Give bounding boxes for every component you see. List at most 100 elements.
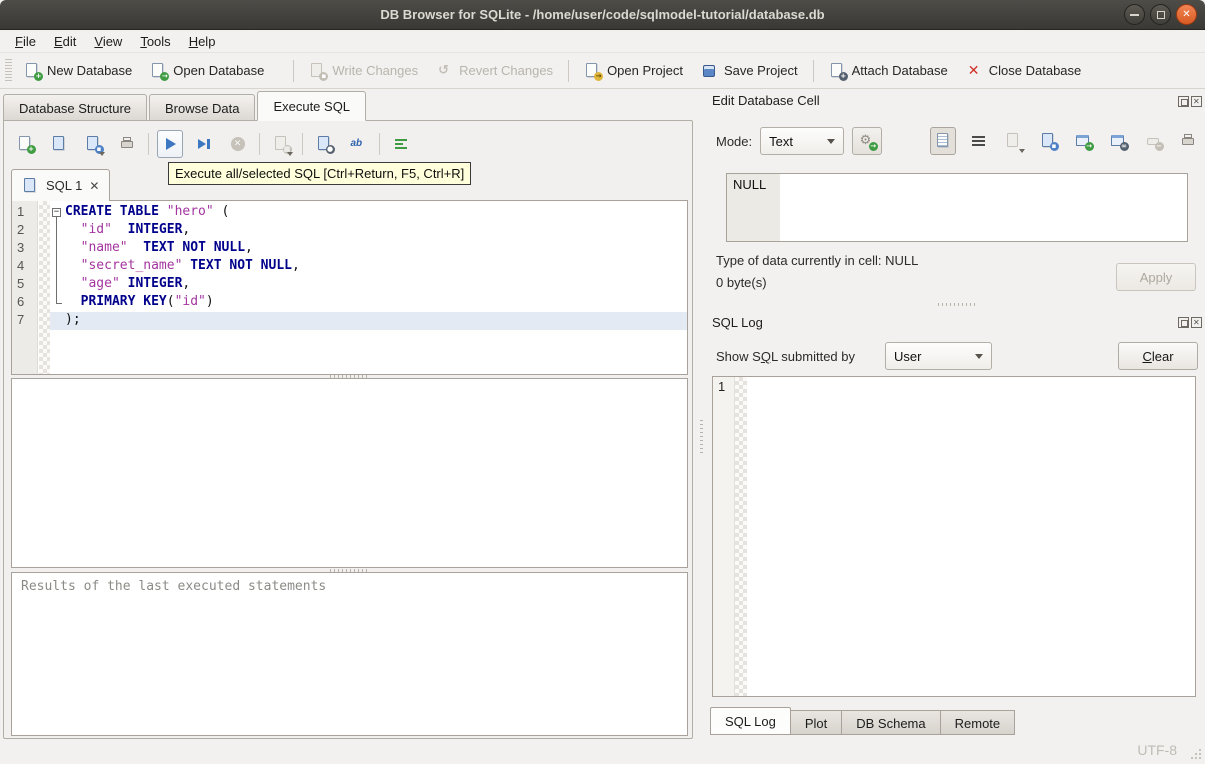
editor-line-5[interactable]: 5 "age" INTEGER, bbox=[12, 276, 687, 294]
find-replace-button[interactable]: ● bbox=[311, 130, 337, 158]
cell-editor[interactable]: NULL bbox=[726, 173, 1188, 242]
editor-line-3[interactable]: 3 "name" TEXT NOT NULL, bbox=[12, 240, 687, 258]
dock-tab-db-schema[interactable]: DB Schema bbox=[841, 710, 941, 735]
export-to-file-button[interactable]: ▪ bbox=[1035, 127, 1061, 155]
line-margin bbox=[38, 276, 50, 294]
float-dock-icon[interactable] bbox=[1178, 96, 1189, 107]
code-text: PRIMARY KEY("id") bbox=[80, 294, 214, 309]
open-database-button[interactable]: → Open Database bbox=[141, 59, 287, 83]
close-log-dock-icon[interactable] bbox=[1191, 317, 1202, 328]
toolbar-separator bbox=[568, 59, 570, 82]
cell-editor-area[interactable] bbox=[780, 174, 1187, 241]
save-sql-file-button[interactable]: ▪ bbox=[80, 130, 106, 158]
save-project-button[interactable]: Save Project bbox=[692, 59, 807, 83]
attach-database-button[interactable]: + Attach Database bbox=[820, 59, 957, 83]
query-results-grid[interactable] bbox=[11, 378, 688, 568]
panel-resize-grip[interactable] bbox=[700, 420, 703, 454]
code-text: CREATE TABLE "hero" ( bbox=[65, 204, 230, 219]
float-log-dock-icon[interactable] bbox=[1178, 317, 1189, 328]
menu-file[interactable]: File bbox=[6, 30, 45, 52]
open-project-button[interactable]: → Open Project bbox=[575, 59, 692, 83]
text-mode-button[interactable] bbox=[930, 127, 956, 155]
menu-help[interactable]: Help bbox=[180, 30, 225, 52]
sql-code-editor[interactable]: 1 − CREATE TABLE "hero" ( 2 "id" INTEGER, 3 … bbox=[11, 200, 688, 375]
maximize-button[interactable] bbox=[1150, 4, 1171, 25]
editor-line-4[interactable]: 4 "secret_name" TEXT NOT NULL, bbox=[12, 258, 687, 276]
cell-editor-gutter: NULL bbox=[727, 174, 780, 241]
print-cell-icon bbox=[1180, 133, 1197, 149]
clear-log-button[interactable]: Clear bbox=[1118, 342, 1198, 370]
menu-view[interactable]: View bbox=[85, 30, 131, 52]
toolbar-separator bbox=[293, 59, 295, 82]
mode-select[interactable]: Text bbox=[760, 127, 845, 155]
set-null-button: − bbox=[1140, 127, 1166, 155]
copy-cell-link-button[interactable]: ∞ bbox=[1105, 127, 1131, 155]
line-number: 1 bbox=[17, 204, 25, 219]
editor-line-2[interactable]: 2 "id" INTEGER, bbox=[12, 222, 687, 240]
code-text: "name" TEXT NOT NULL, bbox=[80, 240, 253, 255]
tab-browse-data[interactable]: Browse Data bbox=[149, 94, 256, 121]
fold-marker bbox=[50, 312, 63, 330]
close-tab-icon[interactable]: ✕ bbox=[89, 180, 99, 192]
titlebar[interactable]: DB Browser for SQLite - /home/user/code/… bbox=[0, 0, 1205, 30]
editor-line-7[interactable]: 7); bbox=[12, 312, 687, 330]
word-wrap-button[interactable] bbox=[388, 130, 414, 158]
db-attach-icon: + bbox=[829, 62, 848, 81]
fold-marker bbox=[50, 294, 63, 312]
toolbar-button-label: New Database bbox=[47, 63, 133, 78]
chevron-down-icon bbox=[975, 353, 983, 359]
window-title: DB Browser for SQLite - /home/user/code/… bbox=[380, 7, 825, 22]
fold-marker[interactable]: − bbox=[50, 204, 63, 222]
main-tab-bar: Database Structure Browse Data Execute SQL bbox=[3, 91, 368, 121]
export-to-file-icon: ▪ bbox=[1040, 133, 1059, 151]
log-filter-label: Show SQL submitted by bbox=[716, 349, 855, 364]
minimize-icon bbox=[1130, 13, 1139, 16]
close-button[interactable]: ✕ bbox=[1176, 4, 1197, 25]
dock-tab-remote[interactable]: Remote bbox=[939, 710, 1016, 735]
cell-value: NULL bbox=[733, 177, 767, 192]
editor-line-1[interactable]: 1 − CREATE TABLE "hero" ( bbox=[12, 204, 687, 222]
dock-tab-sql-log[interactable]: SQL Log bbox=[710, 707, 791, 735]
close-database-button[interactable]: ✕ Close Database bbox=[957, 59, 1091, 83]
word-wrap-cell-button[interactable] bbox=[965, 127, 991, 155]
save-results-button: ▦ bbox=[268, 130, 294, 158]
format-sql-button[interactable]: ab bbox=[345, 130, 371, 158]
sql-log-view[interactable]: 1 bbox=[712, 376, 1196, 697]
log-content bbox=[747, 377, 1195, 696]
print-sql-button[interactable] bbox=[114, 130, 140, 158]
line-number: 7 bbox=[17, 312, 25, 327]
mode-label: Mode: bbox=[716, 133, 753, 149]
window-resize-grip[interactable] bbox=[1189, 747, 1201, 759]
tab-database-structure[interactable]: Database Structure bbox=[3, 94, 148, 121]
execute-current-line-button[interactable] bbox=[191, 130, 217, 158]
execute-current-line-icon bbox=[196, 136, 213, 152]
close-dock-icon[interactable] bbox=[1191, 96, 1202, 107]
execute-all-button[interactable] bbox=[157, 130, 183, 158]
open-sql-file-button[interactable] bbox=[46, 130, 72, 158]
print-cell-button[interactable] bbox=[1175, 127, 1201, 155]
open-new-tab-button[interactable]: + bbox=[12, 130, 38, 158]
open-sql-file-icon bbox=[51, 136, 68, 152]
execution-messages-pane[interactable]: Results of the last executed statements bbox=[11, 572, 688, 736]
code-text: "age" INTEGER, bbox=[80, 276, 191, 291]
execute-tooltip: Execute all/selected SQL [Ctrl+Return, F… bbox=[168, 162, 472, 185]
toolbar-drag-handle[interactable] bbox=[5, 58, 12, 83]
import-from-file-button bbox=[1000, 127, 1026, 155]
menu-edit[interactable]: Edit bbox=[45, 30, 85, 52]
log-filter-select[interactable]: User bbox=[885, 342, 992, 370]
line-number: 5 bbox=[17, 276, 25, 291]
tab-execute-sql[interactable]: Execute SQL bbox=[257, 91, 367, 121]
sql-editor-tab[interactable]: SQL 1 ✕ bbox=[11, 169, 111, 201]
set-null-icon: − bbox=[1145, 133, 1164, 151]
dock-splitter[interactable] bbox=[938, 303, 976, 306]
db-revert-icon: ↺ bbox=[438, 62, 450, 78]
dock-tab-plot[interactable]: Plot bbox=[789, 710, 843, 735]
editor-line-6[interactable]: 6 PRIMARY KEY("id") bbox=[12, 294, 687, 312]
minimize-button[interactable] bbox=[1124, 4, 1145, 25]
menu-tools[interactable]: Tools bbox=[131, 30, 179, 52]
new-database-button[interactable]: + New Database bbox=[15, 59, 141, 83]
execute-all-icon bbox=[162, 136, 179, 152]
apply-settings-button[interactable]: ⚙ → bbox=[852, 127, 883, 155]
toolbar-button-label: Close Database bbox=[988, 63, 1082, 78]
open-in-external-app-button[interactable]: → bbox=[1070, 127, 1096, 155]
